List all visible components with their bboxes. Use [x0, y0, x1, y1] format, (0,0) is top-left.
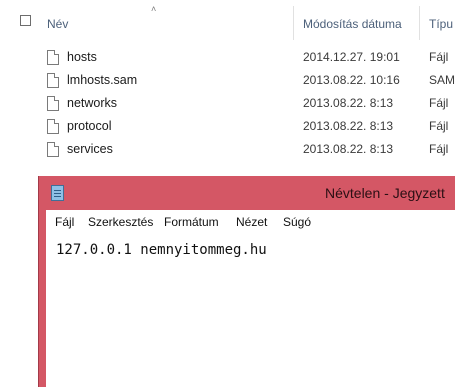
file-type: SAM [429, 73, 455, 87]
file-icon [47, 96, 59, 111]
menu-format[interactable]: Formátum [164, 215, 219, 229]
file-explorer: ˄ Név Módosítás dátuma Típu hosts 2014.1… [0, 0, 455, 175]
column-divider[interactable] [419, 6, 420, 40]
file-icon [47, 119, 59, 134]
select-all-checkbox[interactable] [20, 15, 31, 26]
file-type: Fájl [429, 50, 449, 64]
file-name: networks [67, 96, 118, 110]
column-header-name[interactable]: Név [47, 17, 68, 31]
notepad-icon[interactable] [51, 185, 64, 201]
file-date: 2013.08.22. 10:16 [303, 73, 400, 87]
file-row-networks[interactable]: networks 2013.08.22. 8:13 Fájl [0, 95, 455, 117]
sort-ascending-icon: ˄ [151, 4, 157, 14]
column-header-row: ˄ Név Módosítás dátuma Típu [0, 0, 455, 44]
file-icon [47, 142, 59, 157]
file-type: Fájl [429, 96, 449, 110]
menu-file[interactable]: Fájl [55, 215, 74, 229]
file-row-hosts[interactable]: hosts 2014.12.27. 19:01 Fájl [0, 49, 455, 71]
editor-content[interactable]: 127.0.0.1 nemnyitommeg.hu [56, 242, 267, 258]
file-name: services [67, 142, 113, 156]
file-name: hosts [67, 50, 97, 64]
file-name: lmhosts.sam [67, 73, 138, 87]
column-header-type[interactable]: Típu [429, 17, 453, 31]
file-type: Fájl [429, 142, 449, 156]
column-divider[interactable] [293, 6, 294, 40]
file-row-protocol[interactable]: protocol 2013.08.22. 8:13 Fájl [0, 118, 455, 140]
file-icon [47, 50, 59, 65]
text-editor[interactable]: 127.0.0.1 nemnyitommeg.hu [46, 234, 455, 387]
window-title: Névtelen - Jegyzett [325, 185, 445, 201]
file-type: Fájl [429, 119, 449, 133]
file-date: 2013.08.22. 8:13 [303, 96, 394, 110]
menu-help[interactable]: Súgó [283, 215, 311, 229]
menu-view[interactable]: Nézet [236, 215, 267, 229]
file-name: protocol [67, 119, 112, 133]
title-bar[interactable]: Névtelen - Jegyzett [39, 176, 455, 210]
column-header-modified[interactable]: Módosítás dátuma [303, 17, 402, 31]
file-date: 2013.08.22. 8:13 [303, 142, 394, 156]
notepad-window: Névtelen - Jegyzett Fájl Szerkesztés For… [38, 176, 455, 387]
menu-bar: Fájl Szerkesztés Formátum Nézet Súgó [46, 210, 455, 234]
file-date: 2014.12.27. 19:01 [303, 50, 400, 64]
menu-edit[interactable]: Szerkesztés [88, 215, 153, 229]
file-row-lmhosts[interactable]: lmhosts.sam 2013.08.22. 10:16 SAM [0, 72, 455, 94]
file-row-services[interactable]: services 2013.08.22. 8:13 Fájl [0, 141, 455, 163]
notepad-client-area: Fájl Szerkesztés Formátum Nézet Súgó 127… [46, 210, 455, 387]
file-icon [47, 73, 59, 88]
file-date: 2013.08.22. 8:13 [303, 119, 394, 133]
